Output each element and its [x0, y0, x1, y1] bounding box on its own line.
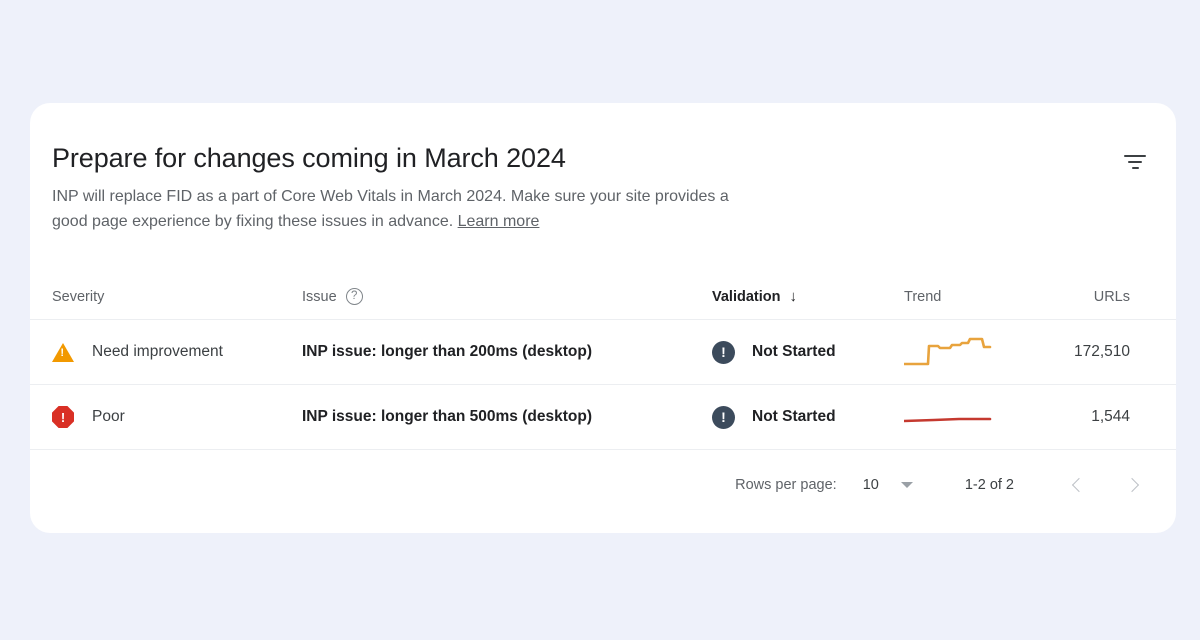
- column-header-trend[interactable]: Trend: [904, 289, 1064, 305]
- warning-triangle-icon: [52, 342, 74, 362]
- cell-severity: Poor: [52, 406, 302, 428]
- column-header-severity-label: Severity: [52, 288, 105, 305]
- page-root: Prepare for changes coming in March 2024…: [0, 0, 1200, 640]
- filter-funnel-icon: [1124, 154, 1146, 170]
- cell-issue: INP issue: longer than 500ms (desktop): [302, 408, 712, 426]
- insight-card: Prepare for changes coming in March 2024…: [30, 103, 1176, 533]
- filter-button[interactable]: [1114, 141, 1156, 183]
- validation-status-label: Not Started: [752, 408, 836, 425]
- rows-per-page-value: 10: [862, 477, 879, 493]
- chevron-right-icon: [1124, 477, 1139, 493]
- card-header: Prepare for changes coming in March 2024…: [30, 103, 1176, 234]
- page-title: Prepare for changes coming in March 2024: [52, 143, 566, 173]
- validation-status-label: Not Started: [752, 343, 836, 360]
- issue-label: INP issue: longer than 500ms (desktop): [302, 408, 592, 425]
- column-header-urls-label: URLs: [1093, 288, 1130, 305]
- urls-count: 172,510: [1073, 343, 1130, 360]
- column-header-validation-inner: Validation ↓: [712, 289, 797, 305]
- table-row[interactable]: Need improvement INP issue: longer than …: [30, 320, 1176, 385]
- trend-sparkline-path: [904, 337, 992, 366]
- cell-trend: [904, 334, 1064, 370]
- trend-sparkline: [904, 417, 992, 423]
- severity-label: Poor: [92, 408, 125, 425]
- cell-severity: Need improvement: [52, 342, 302, 362]
- table-row[interactable]: Poor INP issue: longer than 500ms (deskt…: [30, 385, 1176, 450]
- exclamation-circle-icon: [712, 405, 735, 429]
- table-header-row: Severity Issue ? Validation ↓ Trend URLs: [30, 274, 1176, 320]
- error-octagon-icon: [52, 406, 74, 428]
- next-page-button[interactable]: [1112, 464, 1154, 506]
- cell-urls: 1,544: [1064, 408, 1154, 426]
- column-header-severity[interactable]: Severity: [52, 289, 302, 305]
- pagination-range-label: 1-2 of 2: [964, 477, 1014, 493]
- cell-validation: Not Started: [712, 405, 904, 429]
- column-header-validation-label: Validation: [712, 288, 781, 305]
- column-header-trend-label: Trend: [904, 288, 942, 305]
- card-description: INP will replace FID as a part of Core W…: [52, 184, 764, 234]
- issue-label: INP issue: longer than 200ms (desktop): [302, 343, 592, 360]
- urls-count: 1,544: [1091, 408, 1130, 425]
- column-header-validation[interactable]: Validation ↓: [712, 289, 904, 305]
- previous-page-button[interactable]: [1056, 464, 1098, 506]
- learn-more-link[interactable]: Learn more: [458, 213, 540, 230]
- chevron-down-icon: [900, 482, 913, 488]
- sort-descending-arrow-icon: ↓: [789, 288, 798, 305]
- chevron-left-icon: [1071, 477, 1086, 493]
- cell-issue: INP issue: longer than 200ms (desktop): [302, 343, 712, 361]
- trend-sparkline-path: [904, 417, 992, 423]
- cell-trend: [904, 399, 1064, 435]
- column-header-issue-label: Issue: [302, 288, 337, 305]
- severity-label: Need improvement: [92, 343, 223, 360]
- column-header-issue-inner: Issue ?: [302, 288, 363, 305]
- column-header-issue[interactable]: Issue ?: [302, 288, 712, 305]
- table-footer: Rows per page: 10 1-2 of 2: [30, 450, 1176, 520]
- rows-per-page-select[interactable]: 10: [863, 477, 913, 493]
- issues-table: Severity Issue ? Validation ↓ Trend URLs…: [30, 274, 1176, 450]
- exclamation-circle-icon: [712, 340, 735, 364]
- cell-urls: 172,510: [1064, 343, 1154, 361]
- help-circle-icon[interactable]: ?: [345, 288, 363, 305]
- column-header-urls[interactable]: URLs: [1064, 289, 1154, 305]
- card-description-text: INP will replace FID as a part of Core W…: [52, 188, 729, 230]
- rows-per-page-label: Rows per page:: [735, 477, 837, 493]
- cell-validation: Not Started: [712, 340, 904, 364]
- trend-sparkline: [904, 337, 992, 366]
